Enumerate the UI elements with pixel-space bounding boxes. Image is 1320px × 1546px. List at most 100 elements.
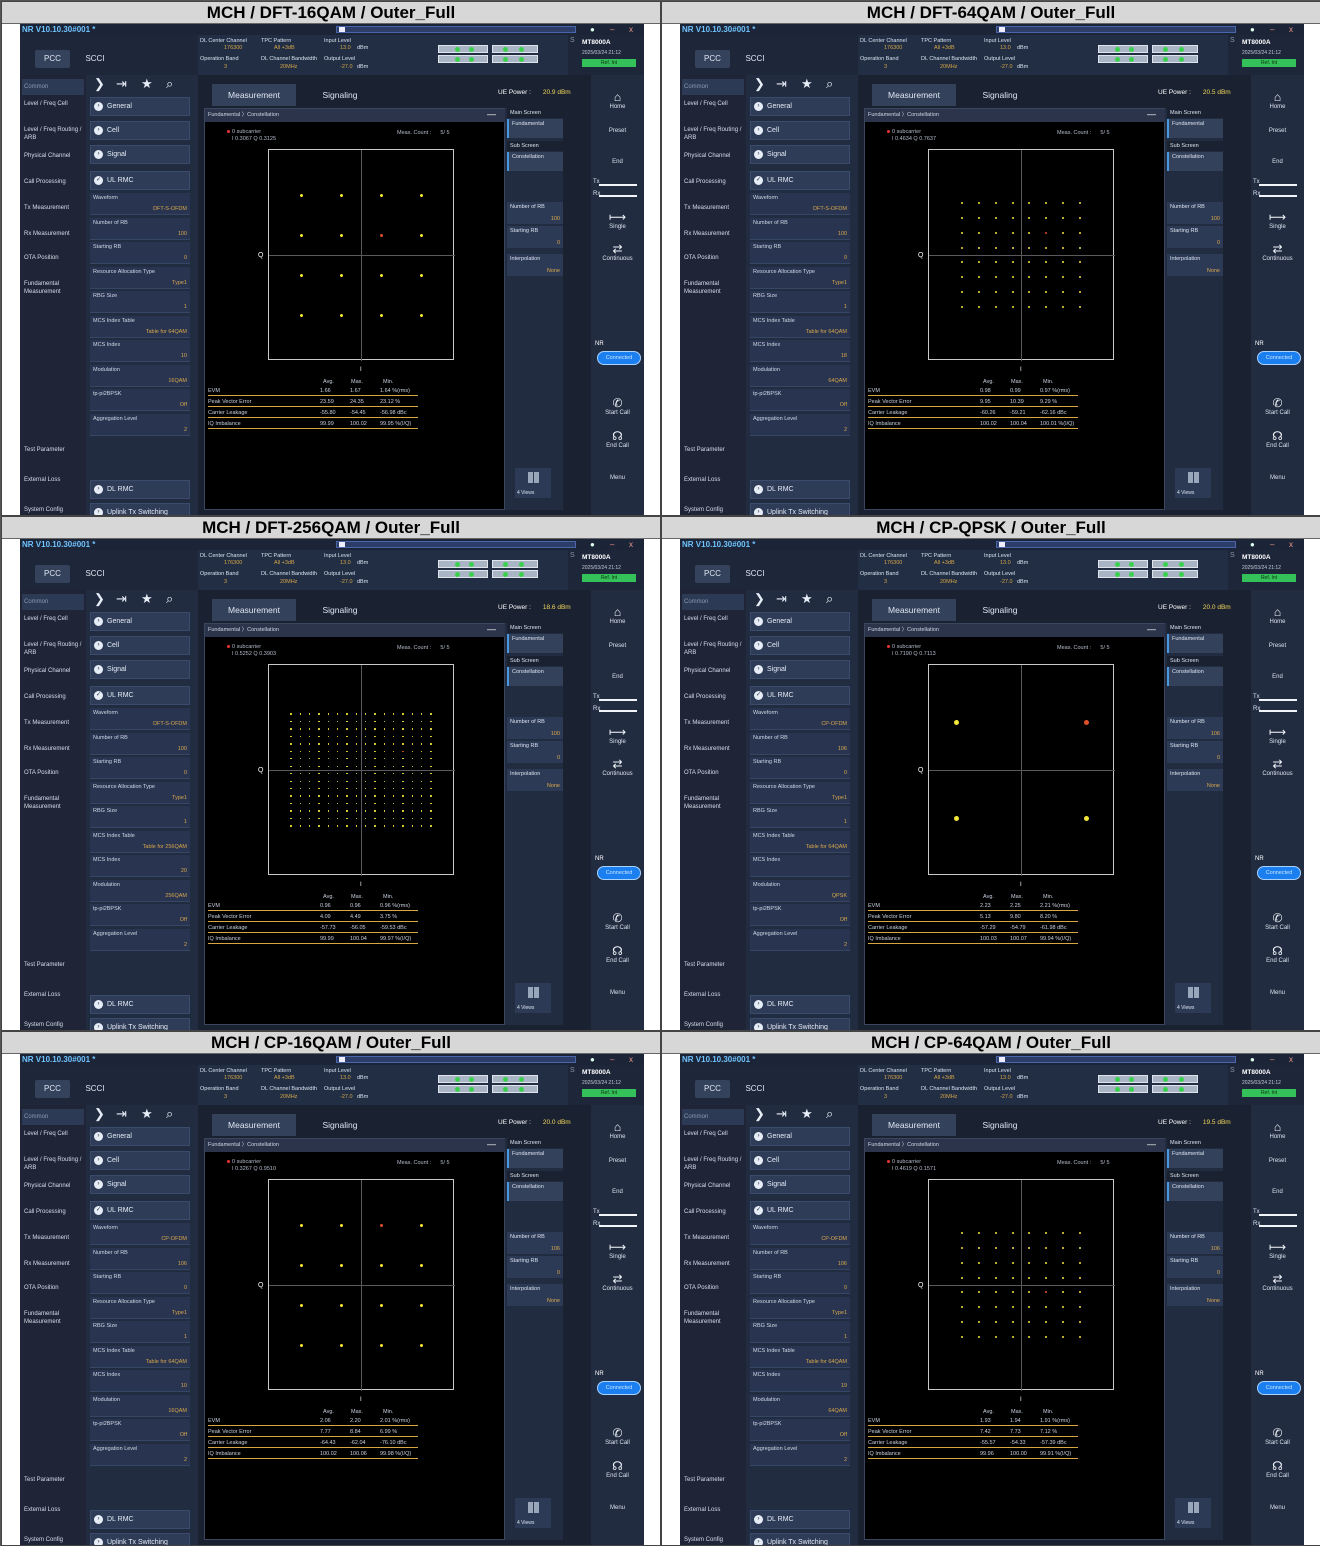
category-button[interactable]: ✓ UL RMC <box>90 686 190 705</box>
favorite-star-icon[interactable]: ★ <box>141 76 153 92</box>
dl-center-channel-value[interactable]: 176300 <box>224 560 242 566</box>
parameter-row[interactable]: Aggregation Level 2 <box>750 413 850 436</box>
category-button[interactable]: › DL RMC <box>90 995 190 1014</box>
dl-center-channel-value[interactable]: 176300 <box>884 45 902 51</box>
category-button[interactable]: › Uplink Tx Switching <box>90 1533 190 1545</box>
main-screen-fundamental[interactable]: Fundamental <box>507 634 563 653</box>
nav-item[interactable]: Call Processing <box>682 179 744 201</box>
nav-item[interactable]: Tx Measurement <box>682 1235 744 1257</box>
search-icon[interactable]: ⌕ <box>826 76 833 92</box>
parameter-row[interactable]: Modulation QPSK <box>750 879 850 902</box>
starting-rb-setting[interactable]: Starting RB 0 <box>507 741 563 763</box>
nav-item[interactable]: Rx Measurement <box>22 746 84 768</box>
sub-screen-constellation[interactable]: Constellation <box>1167 667 1223 686</box>
nav-item[interactable]: Rx Measurement <box>22 1261 84 1283</box>
nav-item[interactable]: External Loss <box>682 477 744 499</box>
go-icon[interactable]: ❯ <box>94 1106 105 1122</box>
category-button[interactable]: › General <box>750 612 850 631</box>
search-icon[interactable]: ⌕ <box>166 1106 173 1122</box>
tab-signaling[interactable]: Signaling <box>298 84 382 106</box>
parameter-row[interactable]: MCS Index 18 <box>750 340 850 362</box>
home-button[interactable]: ⌂ Home <box>1251 1121 1304 1141</box>
nav-item[interactable]: Test Parameter <box>22 1477 84 1499</box>
tab-signaling[interactable]: Signaling <box>298 599 382 621</box>
favorite-star-icon[interactable]: ★ <box>141 591 153 607</box>
parameter-row[interactable]: Waveform CP-OFDM <box>750 708 850 730</box>
ref-int-badge[interactable]: Ref. Int <box>1242 1089 1296 1097</box>
parameter-row[interactable]: tp-pi2BPSK Off <box>90 389 190 411</box>
single-button[interactable]: ⟼ Single <box>591 726 644 746</box>
favorite-star-icon[interactable]: ★ <box>801 1106 813 1122</box>
export-icon[interactable]: ⇥ <box>116 591 127 607</box>
parameter-row[interactable]: MCS Index Table Table for 64QAM <box>750 830 850 853</box>
search-icon[interactable]: ⌕ <box>826 1106 833 1122</box>
category-button[interactable]: › Cell <box>90 1151 190 1170</box>
end-call-button[interactable]: ☊ End Call <box>1251 945 1304 965</box>
nav-item[interactable]: Common <box>682 594 744 610</box>
nav-item[interactable]: Level / Freq Routing / ARB <box>682 1157 744 1179</box>
parameter-row[interactable]: MCS Index 10 <box>90 1370 190 1392</box>
nav-item[interactable]: Level / Freq Routing / ARB <box>682 127 744 149</box>
minimize-button[interactable]: – <box>610 539 614 550</box>
nav-item[interactable]: Rx Measurement <box>682 231 744 253</box>
continuous-button[interactable]: ⇄ Continuous <box>591 758 644 778</box>
parameter-row[interactable]: RBG Size 1 <box>90 291 190 313</box>
category-button[interactable]: › Uplink Tx Switching <box>90 1018 190 1030</box>
nav-item[interactable]: Level / Freq Routing / ARB <box>22 127 84 149</box>
category-button[interactable]: › DL RMC <box>750 995 850 1014</box>
parameter-row[interactable]: Resource Allocation Type Type1 <box>750 1296 850 1319</box>
output-level-value[interactable]: -27.0 <box>1000 579 1013 585</box>
parameter-row[interactable]: Starting RB 0 <box>750 1272 850 1294</box>
parameter-row[interactable]: tp-pi2BPSK Off <box>90 904 190 926</box>
home-button[interactable]: ⌂ Home <box>591 91 644 111</box>
continuous-button[interactable]: ⇄ Continuous <box>1251 243 1304 263</box>
continuous-button[interactable]: ⇄ Continuous <box>1251 758 1304 778</box>
start-call-button[interactable]: ✆ Start Call <box>1251 1427 1304 1447</box>
input-level-value[interactable]: 13.0 <box>340 45 351 51</box>
export-icon[interactable]: ⇥ <box>116 1106 127 1122</box>
go-icon[interactable]: ❯ <box>754 591 765 607</box>
connected-status[interactable]: Connected <box>1257 351 1301 365</box>
tpc-pattern-value[interactable]: All +3dB <box>274 560 295 566</box>
nav-item[interactable]: Level / Freq Cell <box>22 101 84 123</box>
minimize-panel-button[interactable]: — <box>1147 109 1156 120</box>
category-button[interactable]: › General <box>90 1127 190 1146</box>
favorite-star-icon[interactable]: ★ <box>801 591 813 607</box>
end-button[interactable]: End <box>1251 1189 1304 1195</box>
tpc-pattern-value[interactable]: All +3dB <box>934 45 955 51</box>
nav-item[interactable]: System Config <box>682 1022 744 1030</box>
start-call-button[interactable]: ✆ Start Call <box>1251 912 1304 932</box>
sub-screen-constellation[interactable]: Constellation <box>507 152 563 171</box>
sub-screen-constellation[interactable]: Constellation <box>1167 1182 1223 1201</box>
nav-item[interactable]: Tx Measurement <box>682 720 744 742</box>
nav-item[interactable]: Test Parameter <box>682 447 744 469</box>
operation-band-value[interactable]: 3 <box>884 64 887 70</box>
minimize-panel-button[interactable]: — <box>1147 1139 1156 1150</box>
parameter-row[interactable]: Aggregation Level 2 <box>750 1443 850 1466</box>
nav-item[interactable]: External Loss <box>22 992 84 1014</box>
tab-pcc[interactable]: PCC <box>35 1080 70 1098</box>
category-button[interactable]: › Signal <box>90 660 190 679</box>
go-icon[interactable]: ❯ <box>94 591 105 607</box>
minimize-button[interactable]: – <box>610 24 614 35</box>
connected-status[interactable]: Connected <box>1257 1381 1301 1395</box>
parameter-row[interactable]: Starting RB 0 <box>90 757 190 779</box>
menu-button[interactable]: Menu <box>1251 1505 1304 1511</box>
parameter-row[interactable]: MCS Index Table Table for 64QAM <box>90 315 190 338</box>
export-icon[interactable]: ⇥ <box>776 1106 787 1122</box>
end-call-button[interactable]: ☊ End Call <box>591 1460 644 1480</box>
dl-bandwidth-value[interactable]: 20MHz <box>280 64 297 70</box>
single-button[interactable]: ⟼ Single <box>1251 211 1304 231</box>
minimize-button[interactable]: – <box>1270 24 1274 35</box>
dl-bandwidth-value[interactable]: 20MHz <box>940 64 957 70</box>
parameter-row[interactable]: RBG Size 1 <box>750 806 850 828</box>
close-button[interactable]: x <box>1289 539 1293 550</box>
category-button[interactable]: › Signal <box>90 145 190 164</box>
parameter-row[interactable]: tp-pi2BPSK Off <box>750 904 850 926</box>
category-button[interactable]: › Uplink Tx Switching <box>750 1533 850 1545</box>
nav-item[interactable]: Physical Channel <box>22 153 84 175</box>
favorite-star-icon[interactable]: ★ <box>141 1106 153 1122</box>
nav-item[interactable]: Common <box>682 1109 744 1125</box>
nav-item[interactable]: Rx Measurement <box>22 231 84 253</box>
tab-pcc[interactable]: PCC <box>695 50 730 68</box>
